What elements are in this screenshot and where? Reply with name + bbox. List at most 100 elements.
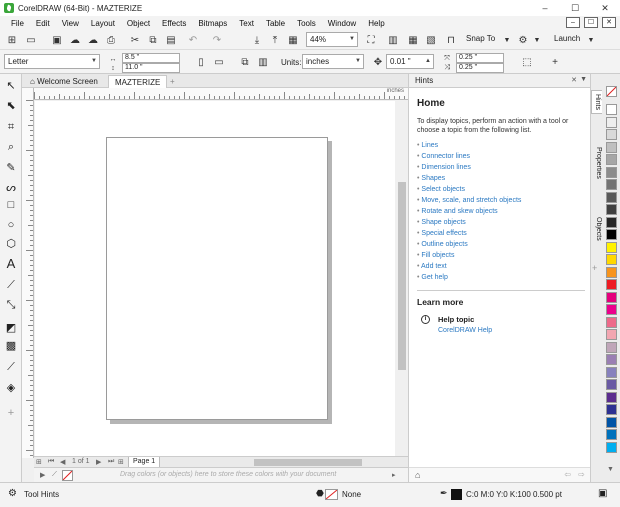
open-folder-icon[interactable]: ▭ [24,33,38,47]
units-combo[interactable]: inches ▼ [302,54,364,69]
hint-link-dimension-lines[interactable]: Dimension lines [417,163,585,172]
doc-restore-button[interactable]: ☐ [584,17,598,28]
polygon-tool-icon[interactable]: ⬡ [4,236,18,250]
tool-hints-gear-icon[interactable]: ⚙ [8,488,17,499]
close-button[interactable]: ✕ [590,0,620,16]
color-swatch[interactable] [606,166,617,178]
interactive-fill-tool-icon[interactable]: ◈ [4,380,18,394]
docker-close-icon[interactable]: ✕ [571,76,577,84]
color-swatch[interactable] [606,216,617,228]
color-swatch[interactable] [606,416,617,428]
launch-dropdown-icon[interactable]: ▼ [584,33,598,47]
cloud-save-icon[interactable]: ☁ [68,33,82,47]
tab-mazterize[interactable]: MAZTERIZE [108,75,168,88]
add-button-icon[interactable]: + [548,55,562,69]
color-swatch[interactable] [606,179,617,190]
zoom-combo[interactable]: 44% ▼ [306,32,358,47]
export-icon[interactable]: ⤒ [268,33,282,47]
minimize-button[interactable]: – [530,0,560,16]
page-size-combo[interactable]: Letter ▼ [4,54,100,69]
transparency-tool-icon[interactable]: ▩ [4,338,18,352]
menu-text[interactable]: Text [233,19,260,28]
color-swatch[interactable] [606,129,617,140]
pick-tool-icon[interactable]: ↖ [4,78,18,92]
publish-pdf-icon[interactable]: ▦ [286,33,300,47]
color-settings-icon[interactable]: ▣ [598,488,607,499]
parallel-dimension-tool-icon[interactable]: ⟋ [4,278,18,292]
color-swatch[interactable] [606,316,617,328]
redo-icon[interactable]: ↷ [210,33,224,47]
ellipse-tool-icon[interactable]: ○ [4,218,18,232]
maximize-button[interactable]: ☐ [560,0,590,16]
palette-menu-icon[interactable]: ▶ [40,471,45,479]
color-swatch[interactable] [606,404,617,415]
menu-table[interactable]: Table [260,19,291,28]
previous-page-icon[interactable]: ◀ [60,458,65,466]
duplicate-y-input[interactable]: 0.25 " [456,63,504,73]
page-height-input[interactable]: 11.0 " [122,63,180,73]
copy-icon[interactable]: ⧉ [146,33,160,47]
shape-tool-icon[interactable]: ⬉ [4,98,18,112]
palette-no-fill-swatch[interactable] [606,86,617,97]
show-rulers-icon[interactable]: ▥ [386,33,400,47]
color-swatch[interactable] [606,116,617,128]
hint-link-outline-objects[interactable]: Outline objects [417,240,585,249]
color-swatch[interactable] [606,429,617,440]
save-icon[interactable]: ▣ [50,33,64,47]
color-swatch[interactable] [606,141,617,153]
outline-color-swatch[interactable] [451,489,462,500]
menu-tools[interactable]: Tools [291,19,322,28]
doc-close-button[interactable]: ✕ [602,17,616,28]
color-swatch[interactable] [606,391,617,403]
show-grid-icon[interactable]: ▦ [406,33,420,47]
cut-icon[interactable]: ✂ [128,33,142,47]
hint-link-select-objects[interactable]: Select objects [417,185,585,194]
page-options-icon[interactable]: ⊞ [36,458,42,466]
snap-to-icon[interactable]: ⊓ [444,33,458,47]
zoom-tool-icon[interactable]: ⌕ [4,140,18,154]
back-icon[interactable]: ⇦ [564,470,571,479]
hint-link-get-help[interactable]: Get help [417,273,585,282]
hint-link-lines[interactable]: Lines [417,141,585,150]
cloud-upload-icon[interactable]: ☁ [86,33,100,47]
nudge-distance-input[interactable]: 0.01 " ▲ [386,54,434,69]
add-tool-icon[interactable]: + [4,406,18,420]
options-dropdown-icon[interactable]: ▼ [530,33,544,47]
color-swatch[interactable] [606,279,617,290]
color-swatch[interactable] [606,441,617,453]
color-swatch[interactable] [606,204,617,215]
text-tool-icon[interactable]: A [4,256,18,271]
add-page-icon[interactable]: ⊞ [118,458,124,466]
menu-object[interactable]: Object [121,19,156,28]
page-width-input[interactable]: 8.5 " [122,53,180,63]
color-swatch[interactable] [606,241,617,253]
hint-link-shapes[interactable]: Shapes [417,174,585,183]
vertical-ruler[interactable] [22,88,34,458]
horizontal-ruler[interactable]: inches [34,88,408,100]
first-page-icon[interactable]: ⏮ [48,458,54,466]
outline-pen-icon[interactable]: ✒ [440,488,448,499]
vertical-scrollbar-thumb[interactable] [398,182,406,370]
docker-menu-icon[interactable]: ▼ [580,76,587,83]
connector-tool-icon[interactable]: ⤡ [4,298,18,312]
doc-minimize-button[interactable]: – [566,17,580,28]
menu-window[interactable]: Window [322,19,362,28]
color-swatch[interactable] [606,229,617,240]
artistic-media-tool-icon[interactable]: ᔕ [4,180,18,194]
hint-link-fill-objects[interactable]: Fill objects [417,251,585,260]
menu-effects[interactable]: Effects [156,19,192,28]
color-swatch[interactable] [606,104,617,115]
palette-eyedropper-icon[interactable]: ⟋ [52,471,57,479]
menu-view[interactable]: View [56,19,85,28]
crop-tool-icon[interactable]: ⌗ [4,120,18,134]
all-pages-icon[interactable]: ⧉ [238,55,252,69]
menu-edit[interactable]: Edit [30,19,56,28]
color-swatch[interactable] [606,266,617,278]
color-swatch[interactable] [606,379,617,390]
hint-link-rotate-skew[interactable]: Rotate and skew objects [417,207,585,216]
no-color-swatch[interactable] [62,470,73,481]
freehand-tool-icon[interactable]: ✎ [4,160,18,174]
hint-link-shape-objects[interactable]: Shape objects [417,218,585,227]
color-swatch[interactable] [606,254,617,265]
forward-icon[interactable]: ⇨ [578,470,585,479]
